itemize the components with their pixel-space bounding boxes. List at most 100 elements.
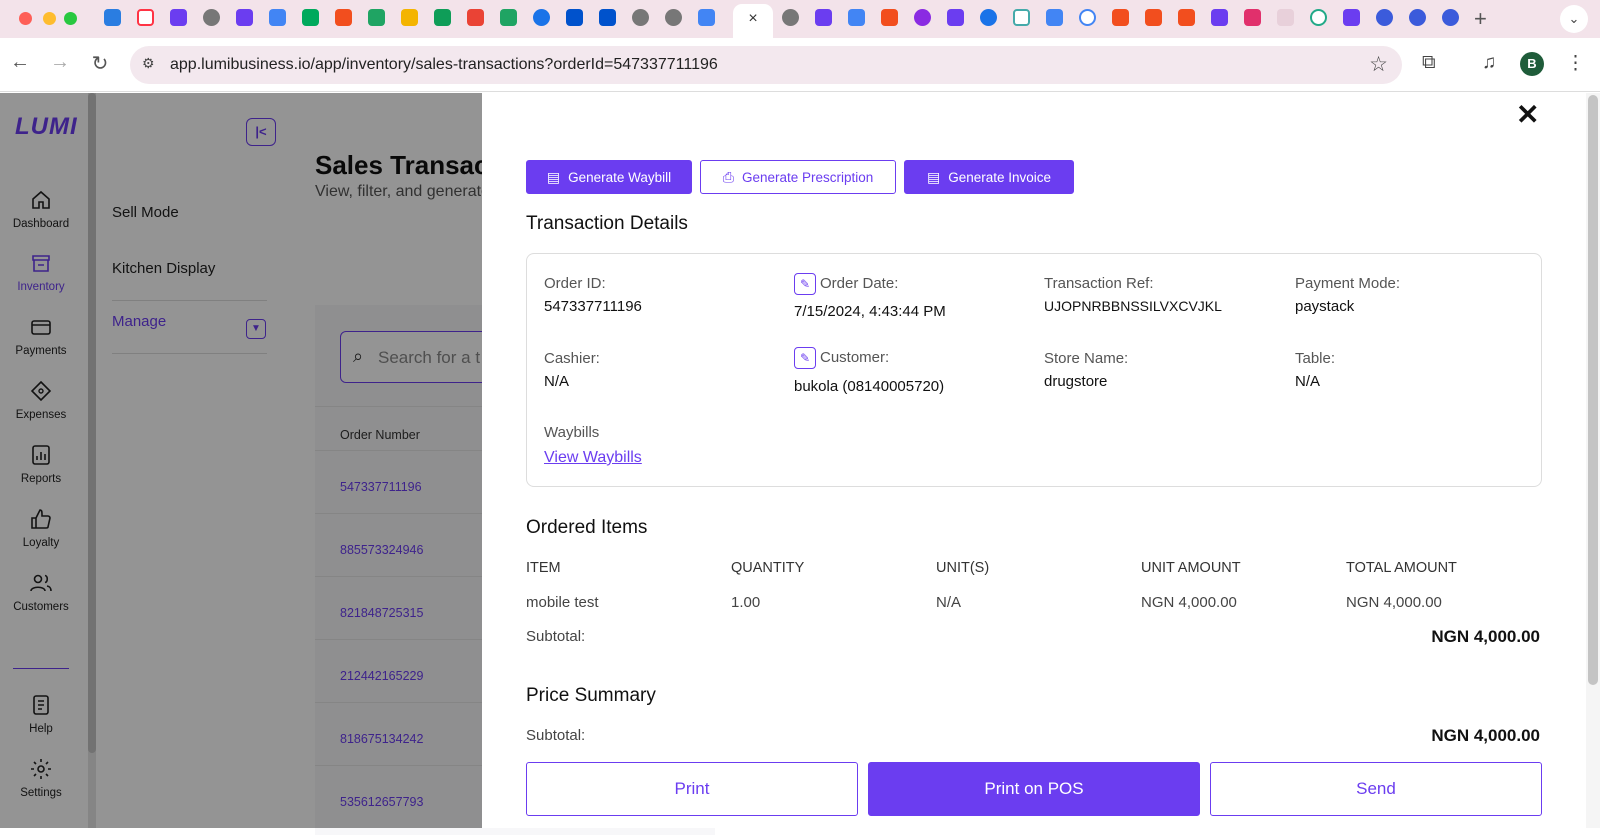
edit-icon[interactable]: ✎ [794,273,816,295]
site-settings-icon[interactable]: ⚙ [142,55,162,75]
view-waybills-link[interactable]: View Waybills [544,449,642,467]
tab-favicon[interactable] [533,9,550,26]
tab-favicon[interactable] [1211,9,1228,26]
item-units: N/A [936,594,962,611]
send-button[interactable]: Send [1210,762,1542,816]
tab-favicon[interactable] [269,9,286,26]
order-date-value: 7/15/2024, 4:43:44 PM [794,303,946,320]
tab-favicon[interactable] [1277,9,1294,26]
tab-search-button[interactable]: ⌄ [1560,5,1588,33]
tab-favicon[interactable] [1442,9,1459,26]
order-date-label-text: Order Date: [820,274,899,292]
tab-favicon[interactable] [566,9,583,26]
store-name-value: drugstore [1044,373,1108,390]
tab-favicon[interactable] [368,9,385,26]
extensions-icon[interactable]: ⧉ [1422,52,1436,74]
tab-favicon[interactable] [1079,9,1096,26]
tab-favicon[interactable] [914,9,931,26]
back-icon[interactable]: ← [6,51,34,74]
tab-favicon[interactable] [302,9,319,26]
tab-favicon[interactable] [1244,9,1261,26]
close-window-button[interactable] [19,12,32,25]
item-quantity: 1.00 [731,594,761,611]
transaction-details-title: Transaction Details [526,213,688,234]
tab-favicon[interactable] [782,9,799,26]
cashier-label: Cashier: [544,350,600,367]
tab-favicon[interactable] [815,9,832,26]
tab-favicon[interactable] [1343,9,1360,26]
items-subtotal-label: Subtotal: [526,628,586,645]
transaction-ref-value: UJOPNRBBNSSILVXCVJKL [1044,298,1222,314]
item-unit-amount: NGN 4,000.00 [1141,594,1237,611]
profile-avatar[interactable]: B [1520,52,1544,76]
button-label: Generate Waybill [568,169,672,185]
tab-favicon[interactable] [1112,9,1129,26]
tab-favicon[interactable] [980,9,997,26]
item-name: mobile test [526,594,599,611]
customer-label: ✎ Customer: [794,347,889,369]
new-tab-button[interactable]: + [1474,6,1487,32]
browser-toolbar: ← → ↻ ⚙ app.lumibusiness.io/app/inventor… [0,38,1600,92]
cashier-value: N/A [544,373,570,390]
edit-icon[interactable]: ✎ [794,347,816,369]
customer-label-text: Customer: [820,348,890,366]
ordered-items-title: Ordered Items [526,517,648,538]
generate-waybill-button[interactable]: ▤ Generate Waybill [526,160,692,194]
items-subtotal-value: NGN 4,000.00 [1431,627,1540,646]
tab-favicon[interactable] [947,9,964,26]
url-text[interactable]: app.lumibusiness.io/app/inventory/sales-… [170,56,718,74]
reload-icon[interactable]: ↻ [86,51,114,76]
summary-subtotal-label: Subtotal: [526,727,586,744]
tab-favicon[interactable] [1376,9,1393,26]
generate-prescription-button[interactable]: ⎙ Generate Prescription [700,160,896,194]
close-icon[interactable]: ✕ [1516,98,1539,131]
column-header-item: ITEM [526,560,561,576]
tab-favicon[interactable] [467,9,484,26]
tab-favicon[interactable] [881,9,898,26]
order-date-label: ✎ Order Date: [794,273,898,295]
printer-icon: ⎙ [722,168,734,185]
modal-backdrop[interactable] [0,93,482,828]
media-control-icon[interactable]: ♫ [1482,52,1496,74]
tab-favicon[interactable] [1046,9,1063,26]
tab-favicon[interactable] [1310,9,1327,26]
tab-favicon[interactable] [632,9,649,26]
generate-invoice-button[interactable]: ▤ Generate Invoice [904,160,1074,194]
payment-mode-value: paystack [1295,298,1355,315]
tab-favicon[interactable] [104,9,121,26]
tab-favicon[interactable] [137,9,154,26]
maximize-window-button[interactable] [64,12,77,25]
browser-tab-strip: × + ⌄ [0,0,1600,38]
transaction-ref-label: Transaction Ref: [1044,275,1154,292]
waybills-label: Waybills [544,424,600,441]
tab-favicon[interactable] [236,9,253,26]
tab-favicon[interactable] [203,9,220,26]
table-label: Table: [1295,350,1336,367]
print-on-pos-button[interactable]: Print on POS [868,762,1200,816]
tab-favicon[interactable] [401,9,418,26]
table-value: N/A [1295,373,1321,390]
tab-favicon[interactable] [848,9,865,26]
active-tab-close-button[interactable]: × [733,4,773,38]
print-button[interactable]: Print [526,762,858,816]
tab-favicon[interactable] [434,9,451,26]
order-id-value: 547337711196 [544,298,642,315]
document-icon: ▤ [926,168,941,185]
tab-favicon[interactable] [1409,9,1426,26]
tab-favicon[interactable] [1145,9,1162,26]
minimize-window-button[interactable] [43,12,56,25]
tab-favicon[interactable] [1178,9,1195,26]
tab-favicon[interactable] [335,9,352,26]
drawer-scrollbar-thumb[interactable] [1588,95,1598,685]
tab-favicon[interactable] [1013,9,1030,26]
tab-favicon[interactable] [500,9,517,26]
address-bar[interactable]: ⚙ app.lumibusiness.io/app/inventory/sale… [130,46,1402,84]
forward-icon[interactable]: → [46,51,74,74]
bookmark-star-icon[interactable]: ☆ [1369,52,1388,77]
more-menu-icon[interactable]: ⋮ [1566,52,1585,75]
column-header-total-amount: TOTAL AMOUNT [1346,560,1457,576]
tab-favicon[interactable] [698,9,715,26]
tab-favicon[interactable] [599,9,616,26]
tab-favicon[interactable] [170,9,187,26]
tab-favicon[interactable] [665,9,682,26]
